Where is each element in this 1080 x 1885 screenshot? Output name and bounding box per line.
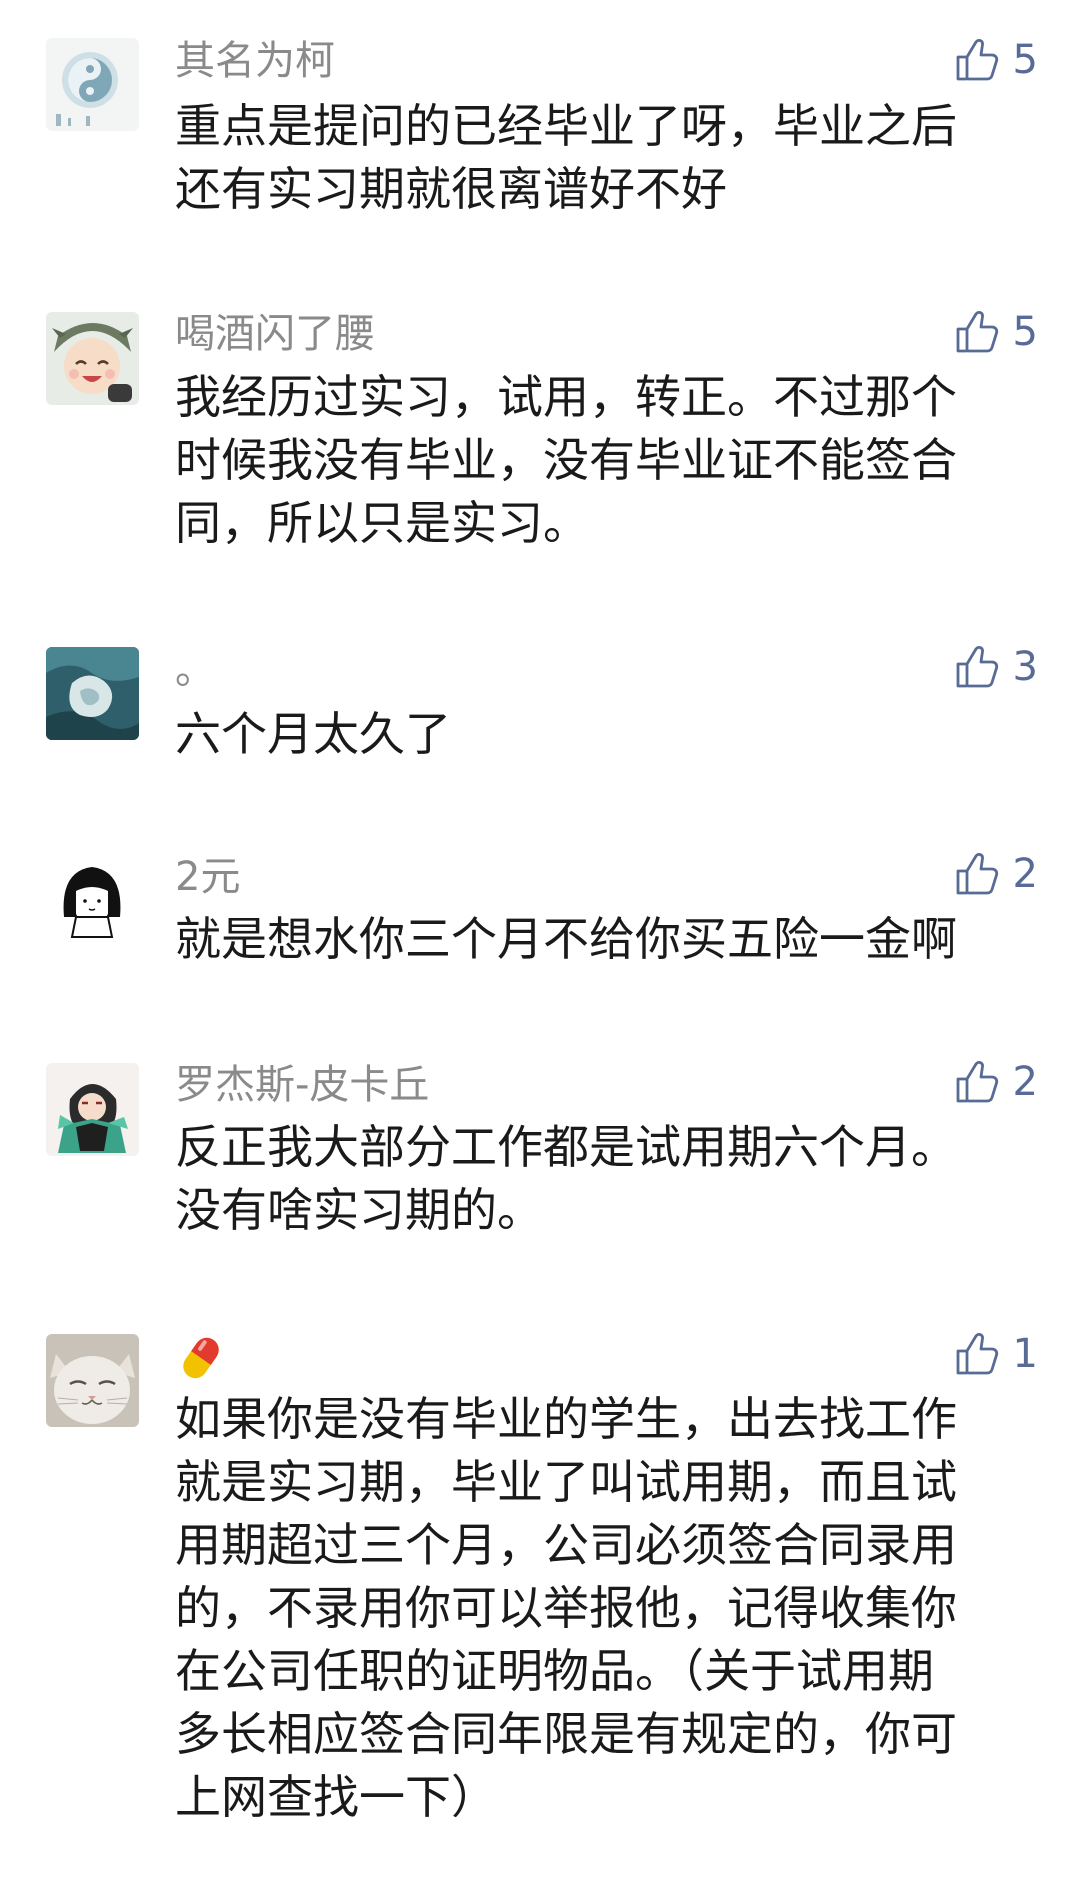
like-button[interactable]: 1 xyxy=(955,1328,1038,1380)
black-hair-girl-avatar-icon xyxy=(46,855,139,948)
comment-username[interactable]: 罗杰斯-皮卡丘 xyxy=(175,1061,429,1109)
like-count: 5 xyxy=(1012,309,1038,355)
comment-username[interactable] xyxy=(175,1332,227,1395)
pill-emoji-icon xyxy=(175,1332,227,1395)
comment-text: 反正我大部分工作都是试用期六个月。 没有啥实习期的。 xyxy=(175,1120,957,1237)
comment-username[interactable]: 。 xyxy=(175,646,215,694)
comment-text: 六个月太久了 xyxy=(175,707,451,761)
like-button[interactable]: 2 xyxy=(955,848,1038,900)
like-count: 2 xyxy=(1012,1059,1038,1105)
like-button[interactable]: 3 xyxy=(955,641,1038,693)
thumbs-up-icon xyxy=(956,1061,998,1103)
like-button[interactable]: 5 xyxy=(955,34,1038,86)
user-avatar[interactable] xyxy=(46,855,139,948)
comment-text: 就是想水你三个月不给你买五险一金啊 xyxy=(175,912,957,966)
cartoon-girl-avatar-icon xyxy=(46,312,139,405)
user-avatar[interactable] xyxy=(46,312,139,405)
comment-username[interactable]: 其名为柯 xyxy=(175,37,335,85)
comment-text: 我经历过实习，试用，转正。不过那个 时候我没有毕业，没有毕业证不能签合 同，所以… xyxy=(175,370,957,550)
user-avatar[interactable] xyxy=(46,38,139,131)
ice-water-avatar-icon xyxy=(46,647,139,740)
yin-yang-avatar-icon xyxy=(46,38,139,131)
like-count: 3 xyxy=(1012,644,1038,690)
comment-username[interactable]: 喝酒闪了腰 xyxy=(175,310,375,358)
thumbs-up-icon xyxy=(956,646,998,688)
user-avatar[interactable] xyxy=(46,1334,139,1427)
like-count: 2 xyxy=(1012,851,1038,897)
comment-username[interactable]: 2元 xyxy=(175,853,240,901)
like-button[interactable]: 5 xyxy=(955,306,1038,358)
thumbs-up-icon xyxy=(956,853,998,895)
thumbs-up-icon xyxy=(956,311,998,353)
anime-character-avatar-icon xyxy=(46,1063,139,1156)
user-avatar[interactable] xyxy=(46,1063,139,1156)
like-count: 1 xyxy=(1012,1331,1038,1377)
cat-avatar-icon xyxy=(46,1334,139,1427)
like-count: 5 xyxy=(1012,37,1038,83)
thumbs-up-icon xyxy=(956,39,998,81)
like-button[interactable]: 2 xyxy=(955,1056,1038,1108)
thumbs-up-icon xyxy=(956,1333,998,1375)
comment-text: 如果你是没有毕业的学生，出去找工作 就是实习期，毕业了叫试用期，而且试 用期超过… xyxy=(175,1392,957,1824)
user-avatar[interactable] xyxy=(46,647,139,740)
comment-text: 重点是提问的已经毕业了呀，毕业之后 还有实习期就很离谱好不好 xyxy=(175,99,957,216)
